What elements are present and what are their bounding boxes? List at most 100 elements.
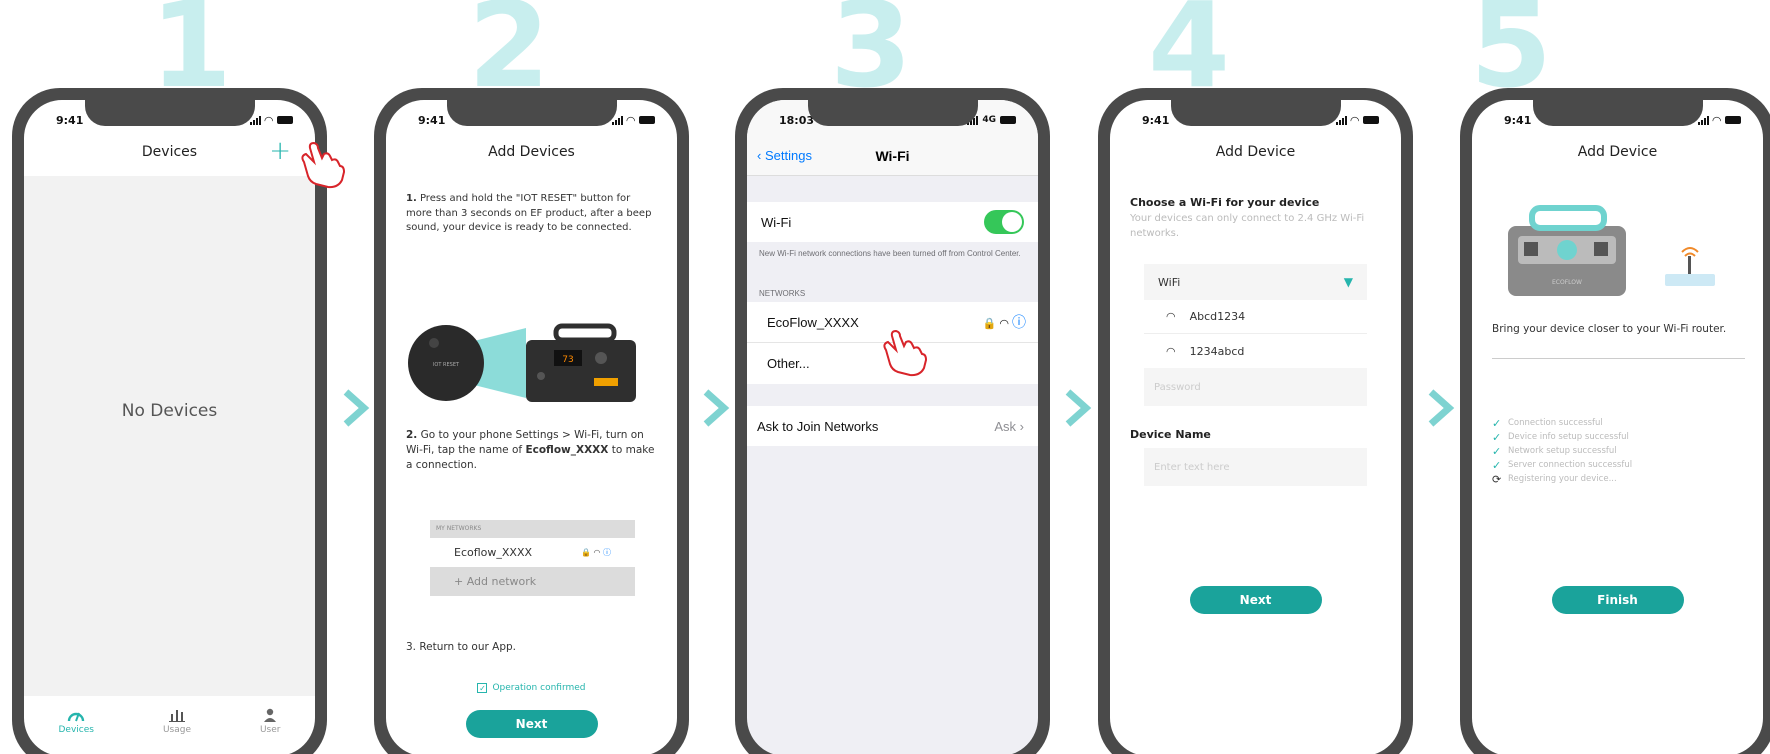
networks-header: NETWORKS (759, 289, 806, 298)
operation-confirmed-checkbox[interactable]: ✓ Operation confirmed (386, 683, 677, 693)
page-title: Add Device (1577, 144, 1658, 160)
tap-hand-icon (296, 140, 346, 190)
wifi-option[interactable]: ◠ 1234abcd (1144, 334, 1367, 368)
person-icon (264, 708, 277, 722)
tap-hand-icon (878, 328, 928, 378)
next-button[interactable]: Next (465, 710, 598, 738)
device-name-heading: Device Name (1130, 428, 1211, 441)
gauge-icon (68, 712, 85, 722)
phone-devices-screen: 9:41 ◠ Devices + No Devices Devices Usag… (12, 88, 327, 754)
ask-to-join-row[interactable]: Ask to Join Networks Ask › (747, 406, 1038, 446)
tab-user[interactable]: User (259, 708, 281, 735)
wifi-status-icon: ◠ (1350, 113, 1359, 127)
wifi-note: New Wi-Fi network connections have been … (759, 249, 1021, 258)
lock-wifi-info-icon: 🔒 ◠ ⓘ (580, 548, 611, 557)
page-title: Wi-Fi (875, 148, 910, 164)
status-time: 9:41 (1504, 113, 1532, 127)
divider (1492, 358, 1745, 359)
refresh-icon: ⟳ (1492, 472, 1502, 486)
reset-label: IOT RESET (433, 362, 460, 368)
confirm-label: Operation confirmed (492, 683, 586, 693)
tab-devices[interactable]: Devices (58, 708, 94, 735)
wifi-option[interactable]: ◠ Abcd1234 (1144, 300, 1367, 334)
status-time: 18:03 (779, 113, 815, 127)
check-icon: ✓ (1492, 458, 1502, 472)
check-icon: ✓ (1492, 430, 1502, 444)
choose-wifi-subtitle: Your devices can only connect to 2.4 GHz… (1130, 213, 1365, 239)
phone-wifi-settings-screen: 18:03 4G ‹ Settings Wi-Fi Wi-Fi New Wi-F… (735, 88, 1050, 754)
phone-notch (446, 100, 617, 126)
wifi-select[interactable]: WiFi ▼ (1144, 264, 1367, 300)
closer-instruction: Bring your device closer to your Wi-Fi r… (1492, 323, 1727, 335)
wifi-status-icon: ◠ (1712, 113, 1721, 127)
battery-icon (1725, 116, 1741, 124)
checkbox-icon: ✓ (477, 683, 488, 693)
page-title: Add Devices (488, 144, 575, 160)
battery-icon (1000, 116, 1016, 124)
finish-button[interactable]: Finish (1551, 586, 1684, 614)
status-time: 9:41 (56, 113, 84, 127)
add-network-row: + Add network (430, 567, 635, 596)
check-icon: ✓ (1492, 416, 1502, 430)
device-name-placeholder: Enter text here (1154, 461, 1230, 473)
password-placeholder: Password (1154, 381, 1201, 393)
device-router-illustration: ECOFLOW (1508, 205, 1715, 296)
check-icon: ✓ (1492, 444, 1502, 458)
tab-label: Devices (58, 725, 94, 735)
next-step-chevron-icon (340, 388, 370, 428)
lock-wifi-info-icon: 🔒 ◠ ⓘ (982, 314, 1026, 330)
add-device-button[interactable]: + (269, 136, 291, 166)
reset-button-illustration: IOT RESET 73 (406, 318, 659, 408)
wifi-icon: ◠ (1166, 344, 1176, 358)
phone-choose-wifi-screen: 9:41 ◠ Add Device Choose a Wi-Fi for you… (1098, 88, 1413, 754)
next-button[interactable]: Next (1189, 586, 1322, 614)
status-time: 9:41 (418, 113, 446, 127)
instruction-step-3: 3. Return to our App. (406, 641, 516, 653)
next-step-chevron-icon (700, 388, 730, 428)
battery-icon (277, 116, 293, 124)
ask-value: Ask › (994, 418, 1024, 434)
phone-notch (807, 100, 978, 126)
wifi-icon: ◠ (1166, 310, 1176, 323)
choose-wifi-heading: Choose a Wi-Fi for your device (1130, 196, 1320, 209)
next-step-chevron-icon (1425, 388, 1455, 428)
wifi-label: Wi-Fi (761, 214, 792, 230)
tab-bar: Devices Usage User (24, 696, 315, 754)
wifi-toggle[interactable] (984, 210, 1024, 234)
phone-notch (1170, 100, 1341, 126)
instruction-step-2: 2. Go to your phone Settings > Wi-Fi, tu… (406, 429, 655, 472)
status-item: ✓ Device info setup successful (1492, 430, 1629, 444)
status-time: 9:41 (1142, 113, 1170, 127)
chevron-right-icon: › (1019, 418, 1024, 434)
wifi-toggle-row: Wi-Fi (747, 202, 1038, 242)
status-list: ✓ Connection successful ✓ Device info setu… (1492, 416, 1753, 486)
network-name: Ecoflow_XXXX (454, 546, 533, 559)
bar-chart-icon (168, 710, 185, 722)
tab-usage[interactable]: Usage (163, 708, 191, 735)
status-item: ✓ Server connection successful (1492, 458, 1633, 472)
network-list-illustration: MY NETWORKS Ecoflow_XXXX 🔒 ◠ ⓘ + Add netw… (430, 520, 635, 596)
ask-to-join-label: Ask to Join Networks (757, 418, 879, 434)
instruction-step-1: 1. Press and hold the "IOT RESET" button… (406, 193, 652, 233)
device-name-field[interactable]: Enter text here (1144, 448, 1367, 486)
navigation-bar: ‹ Settings Wi-Fi (747, 136, 1038, 176)
network-list-header: MY NETWORKS (430, 520, 635, 538)
svg-text:73: 73 (562, 355, 573, 365)
tab-label: User (259, 725, 281, 735)
phone-notch (84, 100, 255, 126)
page-title: Add Device (1215, 144, 1296, 160)
device-brand: ECOFLOW (1552, 279, 1582, 286)
tab-label: Usage (162, 725, 191, 735)
battery-icon (1363, 116, 1379, 124)
phone-notch (1532, 100, 1703, 126)
status-item: ⟳ Registering your device... (1492, 472, 1617, 486)
wifi-select-value: WiFi (1158, 275, 1181, 289)
password-field[interactable]: Password (1144, 368, 1367, 406)
next-step-chevron-icon (1062, 388, 1092, 428)
wifi-status-icon: ◠ (626, 113, 635, 127)
phone-registering-screen: 9:41 ◠ Add Device ECOFLOW Bring your dev… (1460, 88, 1770, 754)
carrier-label: 4G (982, 115, 996, 125)
device-list: No Devices (24, 176, 315, 696)
status-item: ✓ Connection successful (1492, 416, 1603, 430)
phone-add-devices-screen: 9:41 ◠ Add Devices 1. Press and hold the… (374, 88, 689, 754)
